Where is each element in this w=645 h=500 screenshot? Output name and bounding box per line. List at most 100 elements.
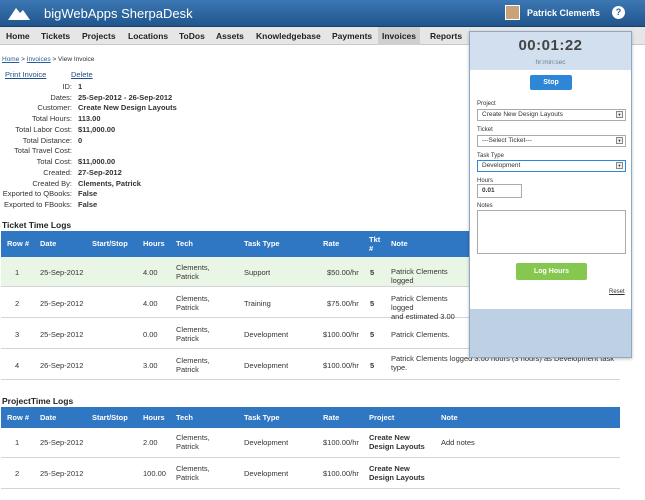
reset-link[interactable]: Reset [609,289,625,295]
cell-row: 1 [15,438,20,447]
cell-note: Add notes [441,438,475,447]
top-bar: bigWebApps SherpaDesk Patrick Clements ▼… [0,0,645,27]
field-created-by-value: Clements, Patrick [78,179,141,188]
cell-note: Patrick Clements logged [391,267,448,285]
cell-date: 26-Sep-2012 [40,361,84,370]
nav-invoices[interactable]: Invoices [378,27,421,45]
chevron-down-icon[interactable]: ▼ [616,111,623,118]
cell-task: Development [244,438,289,447]
cell-hours: 0.00 [143,330,158,339]
cell-rate: $100.00/hr [323,361,359,370]
nav-locations[interactable]: Locations [124,27,172,45]
cell-date: 25-Sep-2012 [40,469,84,478]
cell-hours: 4.00 [143,268,158,277]
notes-label: Notes [477,203,493,209]
nav-reports[interactable]: Reports [426,27,466,45]
delete-link[interactable]: Delete [71,70,93,79]
cell-task: Development [244,361,289,370]
breadcrumb-separator: > [52,56,57,63]
stop-button[interactable]: Stop [530,75,572,90]
field-total-cost-value: $11,000.00 [78,157,116,166]
ticket-select[interactable]: ---Select Ticket--- ▼ [477,135,626,147]
avatar[interactable] [505,5,520,20]
col-start-stop[interactable]: Start/Stop [92,407,128,428]
nav-knowledgebase[interactable]: Knowledgebase [252,27,325,45]
hours-input[interactable]: 0.01 [477,184,522,198]
col-row[interactable]: Row # [7,231,29,257]
cell-row: 2 [15,299,20,308]
cell-task: Support [244,268,271,277]
cell-ticket[interactable]: 5 [370,268,374,277]
col-row[interactable]: Row # [7,407,29,428]
field-created-label: Created: [43,168,72,177]
cell-rate: $100.00/hr [323,330,359,339]
chevron-down-icon[interactable]: ▼ [589,8,596,15]
cell-row: 2 [15,469,20,478]
field-id-value: 1 [78,82,83,91]
cell-ticket[interactable]: 5 [370,361,374,370]
cell-ticket[interactable]: 5 [370,299,374,308]
timer-clock: 00:01:22 [518,37,583,54]
col-hours[interactable]: Hours [143,231,165,257]
mountain-logo-icon[interactable] [8,6,30,20]
field-dates-label: Dates: [50,93,72,102]
nav-projects[interactable]: Projects [78,27,120,45]
field-distance-value: 0 [78,136,83,145]
help-icon[interactable]: ? [612,6,625,19]
col-note[interactable]: Note [391,231,408,257]
nav-payments[interactable]: Payments [328,27,376,45]
cell-task: Training [244,299,271,308]
log-hours-button[interactable]: Log Hours [516,263,587,280]
col-rate[interactable]: Rate [323,407,339,428]
cell-tech: Clements, Patrick [176,325,210,343]
table-row[interactable]: 1 25-Sep-2012 2.00 Clements, Patrick Deve… [1,428,620,458]
field-fbooks-value: False [78,200,98,209]
field-customer-value: Create New Design Layouts [78,103,177,112]
col-note[interactable]: Note [441,407,458,428]
breadcrumb-invoices[interactable]: Invoices [27,56,51,63]
col-task-type[interactable]: Task Type [244,231,280,257]
col-tkt[interactable]: Tkt # [369,235,380,253]
task-type-select[interactable]: Development ▼ [477,160,626,172]
col-start-stop[interactable]: Start/Stop [92,231,128,257]
task-type-label: Task Type [477,153,504,159]
nav-assets[interactable]: Assets [212,27,248,45]
field-customer-label: Customer: [37,103,72,112]
breadcrumb-home[interactable]: Home [2,56,19,63]
timer-header: 00:01:22 hr:min:sec [470,32,631,70]
col-tech[interactable]: Tech [176,231,193,257]
cell-project[interactable]: Create New Design Layouts [369,433,425,451]
project-select[interactable]: Create New Design Layouts ▼ [477,109,626,121]
col-tech[interactable]: Tech [176,407,193,428]
cell-rate: $50.00/hr [327,268,359,277]
col-task-type[interactable]: Task Type [244,407,280,428]
table-row[interactable]: 2 25-Sep-2012 100.00 Clements, Patrick De… [1,459,620,489]
cell-project[interactable]: Create New Design Layouts [369,464,425,482]
field-qbooks-value: False [78,189,98,198]
nav-tickets[interactable]: Tickets [37,27,74,45]
project-logs-header: Row # Date Start/Stop Hours Tech Task Ty… [1,407,620,428]
cell-date: 25-Sep-2012 [40,268,84,277]
col-date[interactable]: Date [40,231,56,257]
col-hours[interactable]: Hours [143,407,165,428]
cell-date: 25-Sep-2012 [40,299,84,308]
cell-hours: 3.00 [143,361,158,370]
field-travel-cost-label: Total Travel Cost: [14,146,72,155]
field-fbooks-label: Exported to FBooks: [4,200,72,209]
field-total-cost-label: Total Cost: [36,157,72,166]
chevron-down-icon[interactable]: ▼ [616,137,623,144]
nav-todos[interactable]: ToDos [175,27,209,45]
chevron-down-icon[interactable]: ▼ [616,162,623,169]
notes-textarea[interactable] [477,210,626,254]
col-rate[interactable]: Rate [323,231,339,257]
col-date[interactable]: Date [40,407,56,428]
breadcrumb-separator: > [21,56,25,63]
cell-ticket[interactable]: 5 [370,330,374,339]
field-distance-label: Total Distance: [22,136,72,145]
print-invoice-link[interactable]: Print Invoice [5,70,46,79]
col-project[interactable]: Project [369,407,394,428]
nav-home[interactable]: Home [2,27,34,45]
app-brand[interactable]: bigWebApps SherpaDesk [44,6,193,21]
cell-rate: $100.00/hr [323,438,359,447]
field-created-by-label: Created By: [32,179,72,188]
